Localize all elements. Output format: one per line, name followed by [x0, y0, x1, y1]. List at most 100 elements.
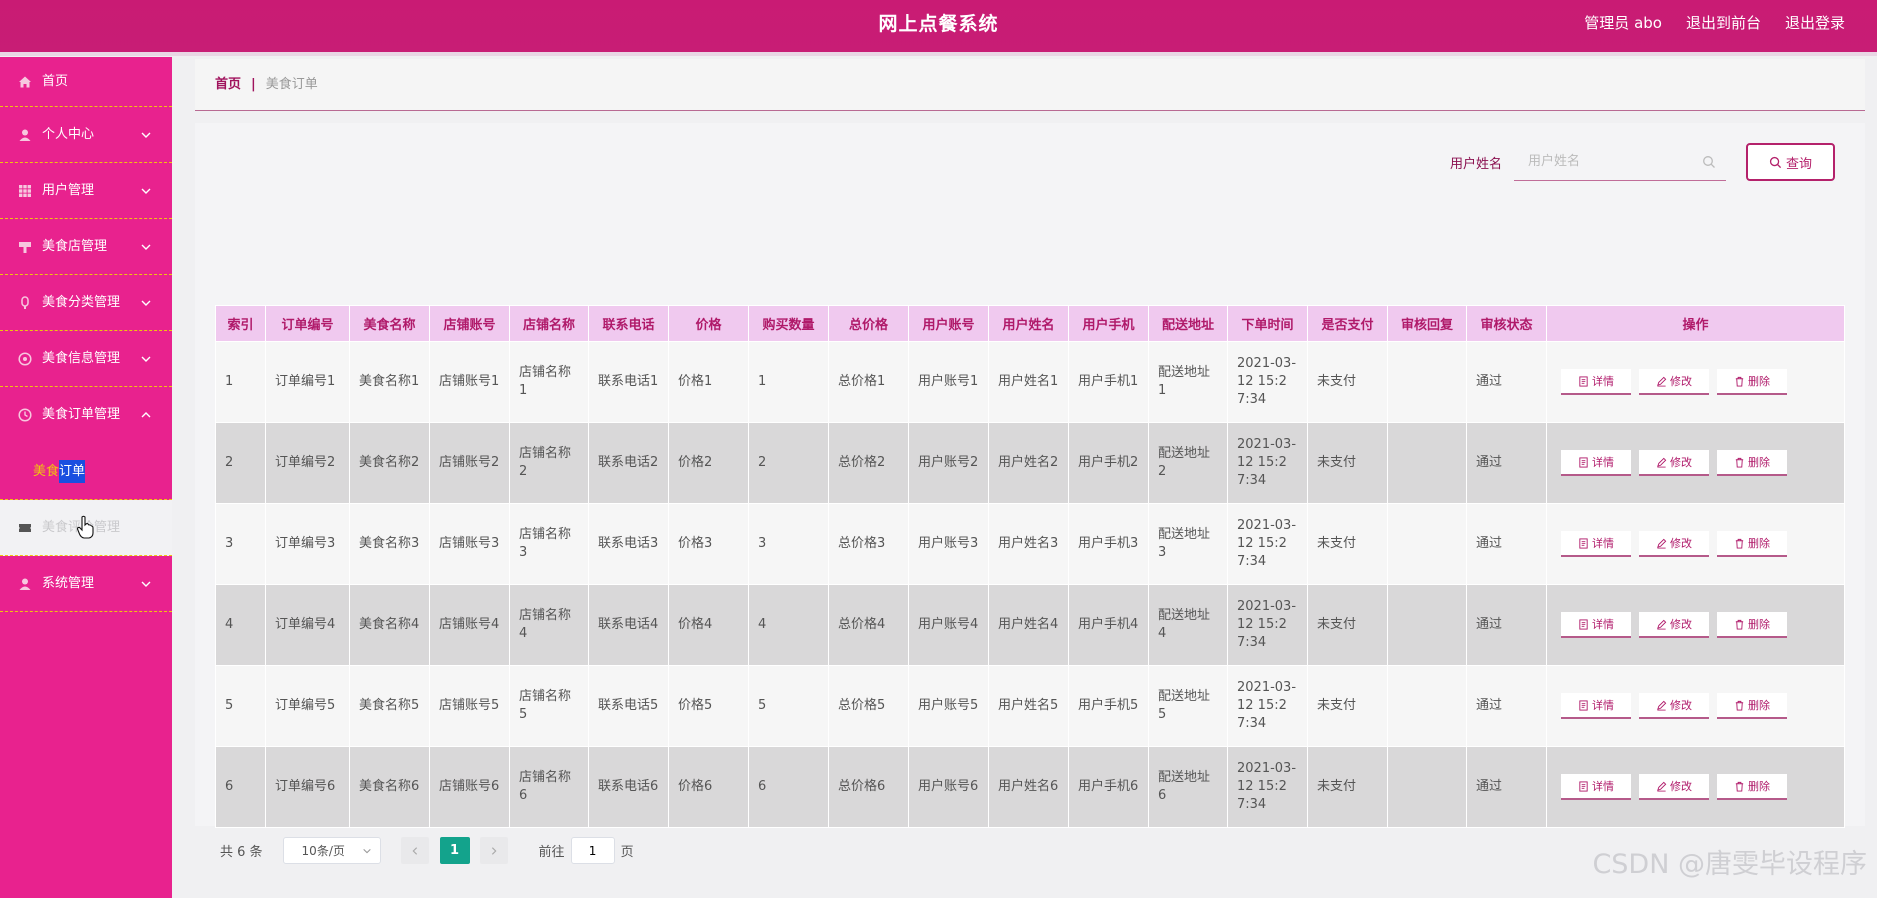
table-cell: 订单编号2	[265, 422, 350, 504]
column-header: 美食名称	[349, 305, 430, 342]
watermark: CSDN @唐雯毕设程序	[1592, 849, 1867, 880]
actions-cell: 详情 修改 删除	[1546, 503, 1845, 585]
table-cell: 1	[748, 341, 829, 423]
table-cell: 5	[748, 665, 829, 747]
delete-button-label: 删除	[1748, 780, 1770, 793]
sidebar-item-categories[interactable]: 美食分类管理	[0, 275, 172, 331]
document-icon	[1579, 780, 1588, 792]
table-cell: 4	[748, 584, 829, 666]
table-cell: 价格3	[668, 503, 749, 585]
table-cell: 店铺账号4	[429, 584, 510, 666]
breadcrumb-home[interactable]: 首页	[215, 77, 241, 92]
edit-button[interactable]: 修改	[1639, 450, 1709, 476]
detail-button-label: 详情	[1592, 375, 1614, 388]
detail-button[interactable]: 详情	[1561, 450, 1631, 476]
subitem-label-part1: 美食	[33, 464, 60, 479]
info-icon	[18, 351, 32, 366]
table-cell: 配送地址3	[1148, 503, 1228, 585]
table-cell: 5	[215, 665, 266, 747]
detail-button[interactable]: 详情	[1561, 369, 1631, 395]
ticket-icon	[18, 521, 32, 535]
goto-page-input[interactable]	[570, 837, 615, 864]
table-cell: 订单编号5	[265, 665, 350, 747]
table-cell: 美食名称4	[349, 584, 430, 666]
detail-button[interactable]: 详情	[1561, 612, 1631, 638]
delete-button[interactable]: 删除	[1717, 450, 1787, 476]
table-row: 3 订单编号3 美食名称3 店铺账号3 店铺名称3 联系电话3 价格3 3 总价格3 用户账号3 用…	[215, 503, 1845, 585]
table-cell: 未支付	[1307, 665, 1388, 747]
query-button[interactable]: 查询	[1746, 143, 1835, 181]
table-cell: 未支付	[1307, 341, 1388, 423]
sidebar-item-system[interactable]: 系统管理	[0, 556, 172, 612]
breadcrumb-current: 美食订单	[265, 77, 318, 92]
edit-button[interactable]: 修改	[1639, 531, 1709, 557]
table-cell: 订单编号3	[265, 503, 350, 585]
table-cell: 未支付	[1307, 422, 1388, 504]
sidebar-item-orders[interactable]: 美食订单管理	[0, 387, 172, 443]
sidebar-item-food-info[interactable]: 美食信息管理	[0, 331, 172, 387]
delete-button[interactable]: 删除	[1717, 693, 1787, 719]
sidebar-item-personal[interactable]: 个人中心	[0, 107, 172, 163]
table-cell: 订单编号1	[265, 341, 350, 423]
breadcrumb: 首页 | 美食订单	[195, 59, 1865, 111]
table-cell: 2	[748, 422, 829, 504]
hand-cursor-icon	[76, 515, 94, 539]
table-cell: 用户姓名2	[988, 422, 1069, 504]
table-cell: 价格2	[668, 422, 749, 504]
goto-suffix: 页	[620, 845, 634, 860]
edit-button[interactable]: 修改	[1639, 612, 1709, 638]
chevron-down-icon	[141, 356, 151, 362]
edit-button[interactable]: 修改	[1639, 693, 1709, 719]
sidebar-subitem-food-orders[interactable]: 美食订单	[33, 460, 86, 484]
edit-button[interactable]: 修改	[1639, 369, 1709, 395]
edit-icon	[1657, 619, 1667, 629]
table-cell: 6	[215, 746, 266, 828]
prev-page-button[interactable]	[400, 837, 429, 864]
table-cell: 通过	[1466, 341, 1547, 423]
to-front-link[interactable]: 退出到前台	[1686, 0, 1761, 48]
table-cell: 通过	[1466, 503, 1547, 585]
table-cell: 用户手机5	[1068, 665, 1149, 747]
category-icon	[18, 295, 32, 310]
user-icon	[18, 577, 32, 591]
sidebar-item-home[interactable]: 首页	[0, 57, 172, 107]
page-size-select[interactable]: 10条/页	[282, 837, 381, 864]
column-header: 操作	[1546, 305, 1845, 342]
detail-button[interactable]: 详情	[1561, 693, 1631, 719]
page-number-button[interactable]: 1	[439, 837, 470, 864]
table-cell: 3	[215, 503, 266, 585]
edit-button[interactable]: 修改	[1639, 774, 1709, 800]
admin-label: 管理员 abo	[1584, 14, 1662, 32]
column-header: 店铺账号	[429, 305, 510, 342]
delete-button[interactable]: 删除	[1717, 774, 1787, 800]
search-input[interactable]	[1514, 143, 1726, 180]
column-header: 订单编号	[265, 305, 350, 342]
logout-link[interactable]: 退出登录	[1785, 0, 1845, 48]
table-cell: 2021-03-12 15:27:34	[1227, 503, 1308, 585]
next-page-button[interactable]	[479, 837, 508, 864]
edit-icon	[1657, 538, 1667, 548]
table-cell: 美食名称3	[349, 503, 430, 585]
table-cell: 用户手机3	[1068, 503, 1149, 585]
detail-button[interactable]: 详情	[1561, 774, 1631, 800]
actions-cell: 详情 修改 删除	[1546, 422, 1845, 504]
table-body: 1 订单编号1 美食名称1 店铺账号1 店铺名称1 联系电话1 价格1 1 总价格1 用户账号1 用…	[215, 341, 1845, 828]
table-cell: 联系电话6	[588, 746, 669, 828]
column-header: 索引	[215, 305, 266, 342]
trash-icon	[1735, 700, 1744, 711]
edit-button-label: 修改	[1670, 537, 1692, 550]
table-cell: 配送地址6	[1148, 746, 1228, 828]
delete-button[interactable]: 删除	[1717, 612, 1787, 638]
sidebar-item-label: 首页	[42, 74, 69, 89]
detail-button-label: 详情	[1592, 699, 1614, 712]
sidebar-item-users[interactable]: 用户管理	[0, 163, 172, 219]
table-cell: 联系电话4	[588, 584, 669, 666]
table-cell: 6	[748, 746, 829, 828]
table-header-row: 索引 订单编号 美食名称 店铺账号 店铺名称 联系电话 价格 购买数量 总价格 …	[215, 305, 1845, 342]
table-cell: 用户姓名4	[988, 584, 1069, 666]
table-cell	[1387, 503, 1467, 585]
delete-button[interactable]: 删除	[1717, 369, 1787, 395]
sidebar-item-shops[interactable]: 美食店管理	[0, 219, 172, 275]
delete-button[interactable]: 删除	[1717, 531, 1787, 557]
detail-button[interactable]: 详情	[1561, 531, 1631, 557]
